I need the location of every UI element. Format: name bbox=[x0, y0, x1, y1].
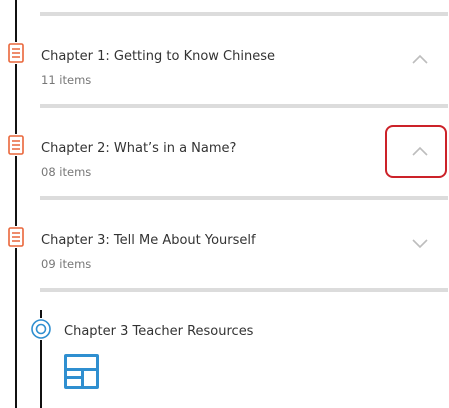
chapter-title[interactable]: Chapter 1: Getting to Know Chinese bbox=[41, 49, 275, 64]
divider bbox=[40, 104, 448, 108]
chevron-down-icon[interactable] bbox=[409, 235, 431, 251]
chapter-item-count: 08 items bbox=[41, 165, 92, 179]
divider bbox=[40, 288, 448, 292]
chapter-title[interactable]: Chapter 3: Tell Me About Yourself bbox=[41, 233, 256, 248]
divider bbox=[40, 196, 448, 200]
chapter-2-item[interactable]: Chapter 2: What’s in a Name? 08 items bbox=[0, 114, 449, 194]
document-icon bbox=[6, 226, 26, 248]
document-icon bbox=[6, 42, 26, 64]
chapter-3-item[interactable]: Chapter 3: Tell Me About Yourself 09 ite… bbox=[0, 206, 449, 286]
divider bbox=[40, 12, 448, 16]
chevron-up-icon[interactable] bbox=[409, 143, 431, 159]
chapter-item-count: 11 items bbox=[41, 73, 92, 87]
chapter-item-count: 09 items bbox=[41, 257, 92, 271]
chapter-title[interactable]: Chapter 2: What’s in a Name? bbox=[41, 141, 236, 156]
layout-template-icon[interactable] bbox=[64, 354, 99, 389]
resource-title[interactable]: Chapter 3 Teacher Resources bbox=[64, 324, 253, 339]
chevron-up-icon[interactable] bbox=[409, 51, 431, 67]
resource-node-icon bbox=[30, 318, 52, 340]
chapter-1-item[interactable]: Chapter 1: Getting to Know Chinese 11 it… bbox=[0, 22, 449, 102]
document-icon bbox=[6, 134, 26, 156]
